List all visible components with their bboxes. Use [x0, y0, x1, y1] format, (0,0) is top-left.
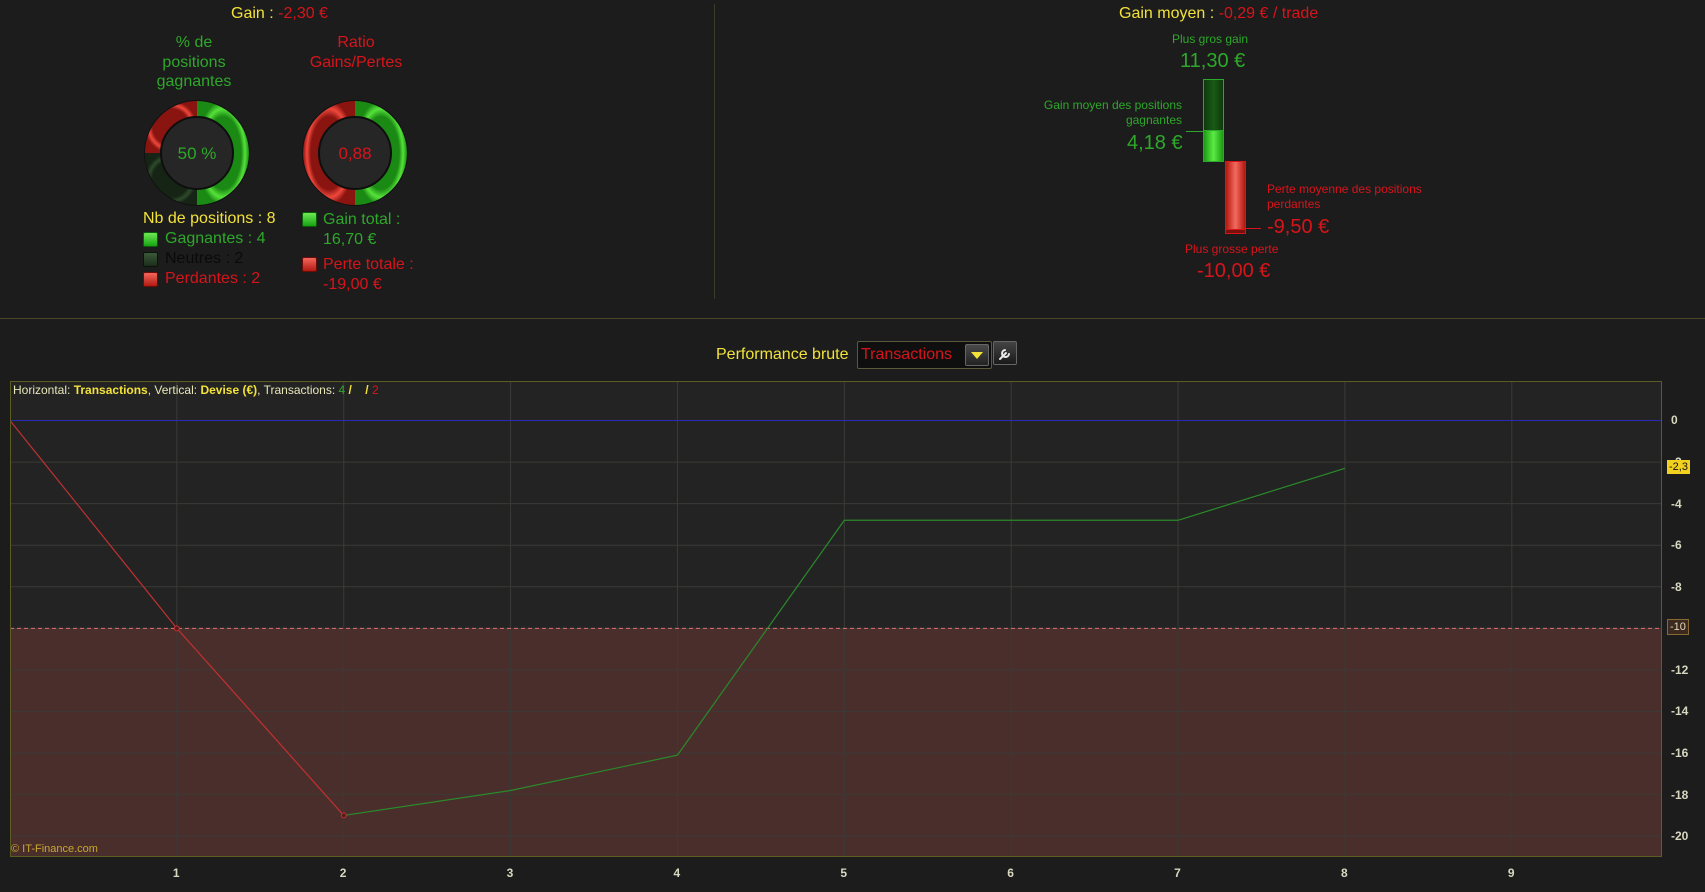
ratio-title: Ratio Gains/Pertes: [300, 33, 412, 72]
avg-losing-label-line: Perte moyenne des positions: [1267, 182, 1422, 196]
winning-count: Gagnantes : 4: [165, 230, 266, 247]
dropdown-arrow-button[interactable]: [965, 344, 989, 366]
x-tick-label: 2: [339, 866, 347, 880]
x-tick-label: 8: [1340, 866, 1348, 880]
y-tick-label: -18: [1671, 787, 1689, 802]
vertical-label: , Vertical:: [147, 383, 198, 397]
pct-winning-title-line: gagnantes: [156, 73, 232, 90]
panel-separator: [0, 318, 1705, 319]
top-separator: [714, 4, 715, 299]
horizontal-value: Transactions: [73, 383, 148, 397]
y-tick-label: -20: [1671, 829, 1689, 844]
y-tick-label: -14: [1671, 704, 1689, 719]
y-tick-label: -4: [1671, 496, 1682, 511]
x-tick-label: 6: [1007, 866, 1014, 880]
biggest-gain-bar: [1203, 79, 1224, 132]
ratio-value: 0,88: [338, 144, 371, 163]
perte-totale-value: -19,00 €: [323, 276, 382, 293]
average-label: Gain moyen :: [1119, 5, 1215, 22]
gain-total-value: 16,70 €: [323, 231, 377, 248]
neutral-swatch: [143, 252, 158, 267]
biggest-loss-value: -10,00 €: [1197, 260, 1271, 282]
mode-dropdown[interactable]: Transactions: [857, 341, 992, 369]
y-tick-label: -12: [1671, 662, 1689, 677]
horizontal-label: Horizontal:: [13, 383, 71, 397]
chevron-down-icon: [971, 352, 983, 359]
losing-count: Perdantes : 2: [165, 270, 261, 287]
avg-losing-label: Perte moyenne des positions perdantes: [1267, 182, 1422, 212]
biggest-gain-label: Plus gros gain: [1172, 32, 1249, 46]
perte-totale: Perte totale : -19,00 €: [323, 255, 414, 295]
last-value-badge: -2,3: [1667, 460, 1690, 475]
winning-pointer-arrow: [1186, 131, 1203, 132]
biggest-gain-value: 11,30 €: [1180, 50, 1246, 72]
performance-label: Performance brute: [716, 346, 849, 363]
tx-loss: 2: [371, 383, 379, 397]
x-tick-label: 3: [506, 866, 514, 880]
average-title: Gain moyen : -0,29 € / trade: [1119, 5, 1318, 23]
x-tick-label: 1: [172, 866, 180, 880]
x-tick-label: 9: [1507, 866, 1515, 880]
perte-totale-label: Perte totale :: [323, 256, 414, 273]
pct-winning-title-line: positions: [162, 53, 226, 71]
drawdown-zone: [10, 628, 1662, 857]
y-tick-label: -6: [1671, 538, 1682, 553]
transactions-label: , Transactions:: [257, 383, 336, 397]
gain-total-label: Gain total :: [323, 211, 401, 228]
gain-value: -2,30 €: [278, 5, 328, 22]
losing-pointer-arrow: [1246, 228, 1261, 229]
copyright: © IT-Finance.com: [11, 843, 98, 855]
x-tick-label: 5: [840, 866, 848, 880]
pct-winning-title: % de positions gagnantes: [154, 33, 234, 92]
tx-neutral: 2: [355, 383, 362, 397]
ratio-title-line: Gains/Pertes: [309, 53, 403, 71]
y-tick-label: -16: [1671, 746, 1689, 761]
avg-winning-value: 4,18 €: [1127, 132, 1183, 154]
pct-winning-title-line: % de: [175, 34, 213, 51]
avg-losing-label-line: perdantes: [1267, 197, 1321, 211]
gain-total: Gain total : 16,70 €: [323, 210, 400, 250]
ratio-donut: 0,88: [302, 100, 408, 206]
drawdown-badge: -10: [1667, 619, 1689, 636]
winning-swatch: [143, 232, 158, 247]
mode-dropdown-value: Transactions: [861, 346, 952, 363]
biggest-loss-bar: [1225, 229, 1246, 234]
x-tick-label: 7: [1174, 866, 1181, 880]
avg-losing-value: -9,50 €: [1267, 216, 1330, 238]
biggest-loss-label: Plus grosse perte: [1185, 242, 1279, 256]
ratio-title-line: Ratio: [337, 34, 375, 51]
gain-title: Gain : -2,30 €: [231, 5, 328, 23]
settings-button[interactable]: [993, 341, 1017, 365]
avg-winning-label: Gain moyen des positions gagnantes: [1020, 98, 1182, 128]
avg-winning-label-line: gagnantes: [1125, 113, 1182, 127]
y-tick-label: -8: [1671, 579, 1682, 594]
tx-sep: /: [361, 383, 372, 397]
data-point: [340, 812, 347, 819]
losing-swatch: [143, 272, 158, 287]
vertical-value: Devise (€): [200, 383, 258, 397]
pct-winning-value: 50 %: [178, 144, 217, 163]
avg-winning-label-line: Gain moyen des positions: [1043, 98, 1182, 112]
performance-chart: [10, 381, 1662, 857]
chart-info: Horizontal: Transactions, Vertical: Devi…: [13, 383, 379, 397]
y-tick-label: 0: [1671, 413, 1678, 428]
avg-losing-bar: [1225, 161, 1246, 231]
gain-label: Gain :: [231, 5, 274, 22]
tx-sep: /: [345, 383, 356, 397]
wrench-icon: [999, 349, 1010, 360]
data-point: [173, 625, 180, 632]
x-tick-label: 4: [673, 866, 681, 880]
neutral-count: Neutres : 2: [165, 250, 244, 267]
perte-totale-swatch: [302, 257, 317, 272]
average-value: -0,29 € / trade: [1218, 5, 1319, 22]
gain-total-swatch: [302, 212, 317, 227]
positions-count: Nb de positions : 8: [143, 210, 276, 227]
pct-winning-donut: 50 %: [144, 100, 250, 206]
avg-winning-bar: [1203, 130, 1224, 162]
